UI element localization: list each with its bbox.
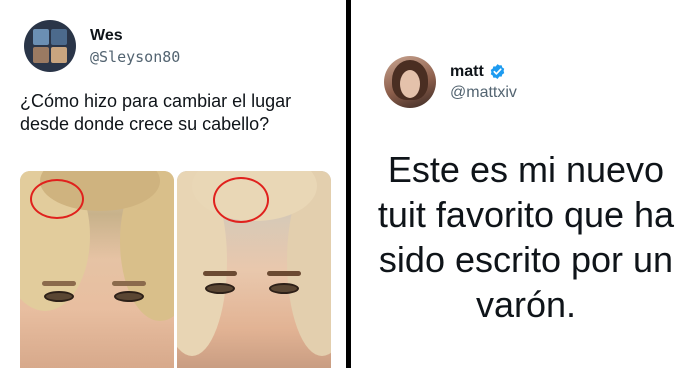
tweet-photo-before[interactable] bbox=[20, 171, 174, 368]
avatar[interactable] bbox=[384, 56, 436, 108]
handle[interactable]: @mattxiv bbox=[450, 84, 517, 102]
tweet-text: ¿Cómo hizo para cambiar el lugar desde d… bbox=[20, 91, 292, 134]
tweet-card-matt: matt @mattxiv Este es mi nuevo tuit favo… bbox=[351, 0, 700, 368]
tweet-photo-after[interactable] bbox=[177, 171, 331, 368]
verified-badge-icon bbox=[490, 64, 505, 79]
tweet-card-wes: Wes @Sleyson80 ¿Cómo hizo para cambiar e… bbox=[0, 0, 346, 368]
tweet-header: Wes @Sleyson80 bbox=[24, 20, 180, 72]
avatar[interactable] bbox=[24, 20, 76, 72]
handle[interactable]: @Sleyson80 bbox=[90, 48, 180, 66]
display-name[interactable]: matt bbox=[450, 63, 484, 81]
tweet-text: Este es mi nuevo tuit favorito que ha si… bbox=[377, 149, 675, 325]
display-name[interactable]: Wes bbox=[90, 27, 180, 45]
annotation-circle bbox=[213, 177, 269, 223]
tweet-header: matt @mattxiv bbox=[384, 56, 517, 108]
annotation-circle bbox=[30, 179, 84, 219]
